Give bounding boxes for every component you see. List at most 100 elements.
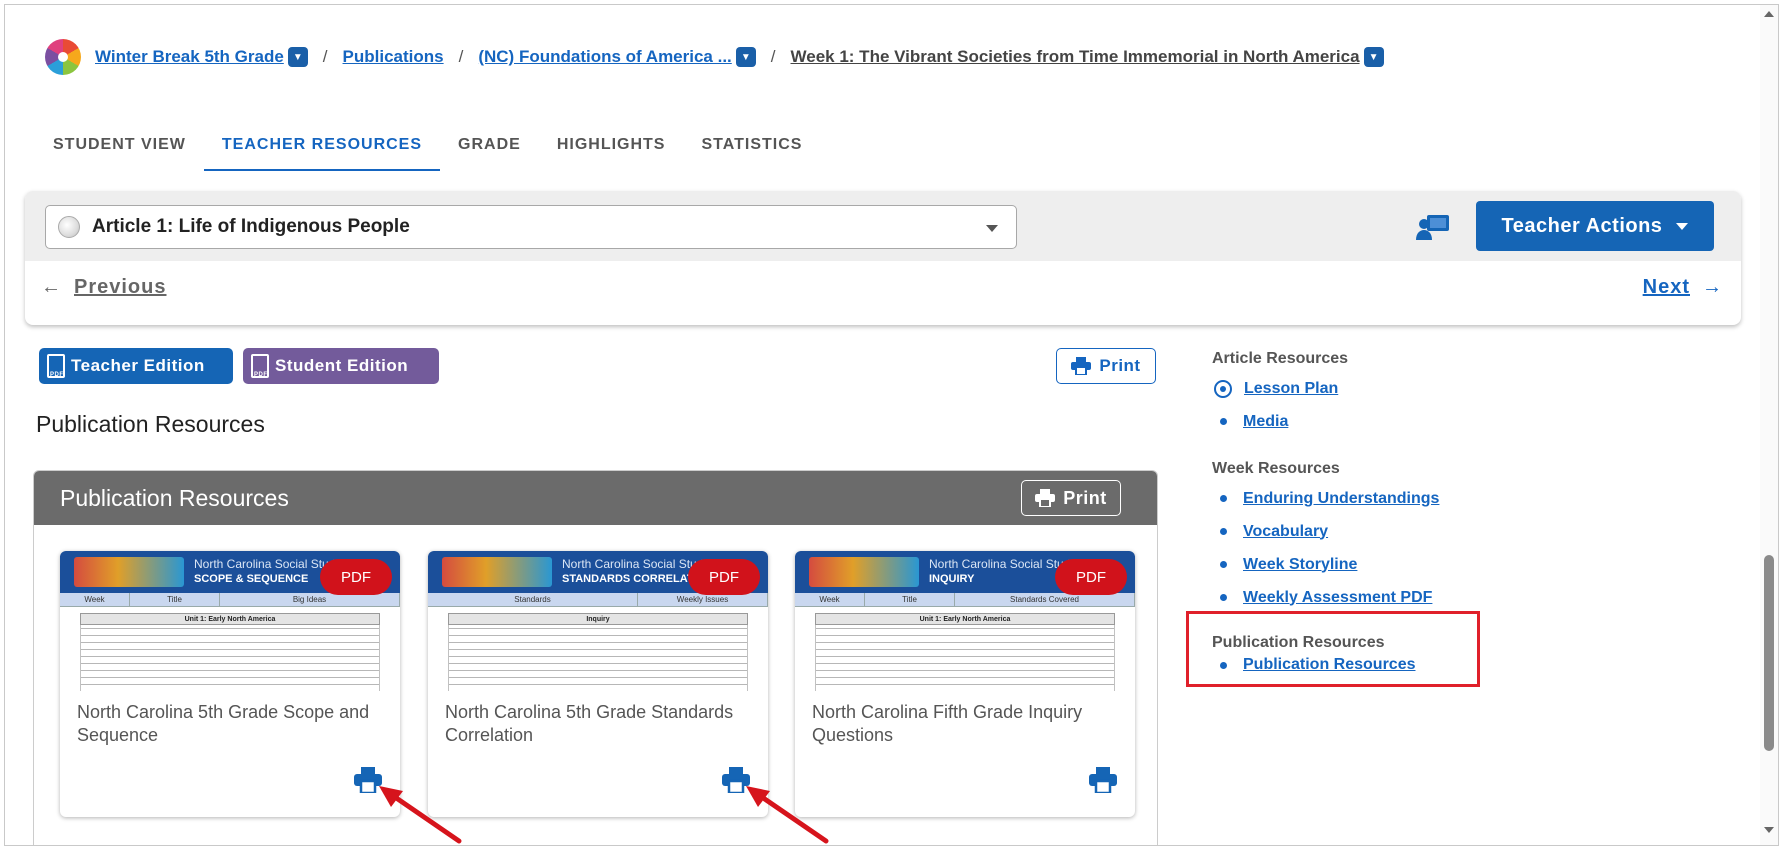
previous-link[interactable]: ← Previous (41, 276, 166, 299)
breadcrumb-separator: / (770, 47, 776, 66)
thumbnail-column: Title (865, 593, 955, 606)
next-label: Next (1642, 276, 1690, 298)
tab-bar: STUDENT VIEW TEACHER RESOURCES GRADE HIG… (35, 125, 820, 171)
thumbnail-subtitle: SCOPE & SEQUENCE (194, 573, 309, 585)
previous-label: Previous (74, 276, 167, 298)
chevron-down-icon[interactable]: ▼ (1363, 47, 1384, 67)
week-resources-list: Enduring Understandings Vocabulary Week … (1212, 482, 1512, 614)
publication-logo (74, 557, 184, 587)
sidebar-item-label: Weekly Assessment PDF (1243, 588, 1433, 606)
chevron-down-icon[interactable]: ▼ (287, 47, 308, 67)
printer-icon (1035, 489, 1056, 507)
tab-grade[interactable]: GRADE (440, 125, 539, 171)
thumbnail-columns: Standards Weekly Issues (428, 593, 768, 607)
resource-thumbnail[interactable]: North Carolina Social Stud STANDARDS COR… (428, 551, 768, 691)
student-edition-label: Student Edition (275, 356, 409, 375)
selected-radio-icon (1214, 379, 1232, 398)
publication-resources-header: Publication Resources Print (34, 471, 1157, 525)
thumbnail-subtitle: STANDARDS CORRELATI (562, 573, 697, 585)
teacher-edition-label: Teacher Edition (71, 356, 205, 375)
annotation-arrow-icon (379, 786, 462, 844)
chevron-down-icon[interactable]: ▼ (735, 47, 756, 67)
resource-thumbnail[interactable]: North Carolina Social Stud INQUIRY Week … (795, 551, 1135, 691)
resource-title[interactable]: North Carolina Fifth Grade Inquiry Quest… (812, 701, 1122, 747)
print-button[interactable]: Print (1056, 348, 1156, 384)
thumbnail-column: Week (60, 593, 130, 606)
arrow-left-icon: ← (41, 276, 62, 298)
tab-teacher-resources[interactable]: TEACHER RESOURCES (203, 125, 441, 171)
chevron-down-icon (986, 225, 998, 232)
article-resources-heading: Article Resources (1212, 350, 1349, 367)
thumbnail-title: North Carolina Social Stud (929, 557, 1071, 571)
thumbnail-text (815, 625, 1115, 691)
thumbnail-row: Inquiry (448, 613, 748, 625)
tab-statistics[interactable]: STATISTICS (683, 125, 820, 171)
thumbnail-column: Week (795, 593, 865, 606)
box-title: Publication Resources (60, 485, 289, 511)
page-title: Publication Resources (36, 411, 265, 437)
article-select[interactable]: Article 1: Life of Indigenous People (45, 205, 1017, 249)
pdf-badge: PDF (1055, 559, 1127, 595)
article-resources-list: Lesson Plan Media (1212, 372, 1512, 438)
sidebar-item-enduring-understandings[interactable]: Enduring Understandings (1212, 482, 1512, 515)
chevron-down-icon (1676, 222, 1689, 230)
teacher-edition-button[interactable]: Teacher Edition (39, 348, 233, 384)
sidebar-item-week-storyline[interactable]: Week Storyline (1212, 548, 1512, 581)
scroll-up-icon[interactable] (1764, 11, 1774, 17)
app-logo[interactable] (45, 39, 81, 75)
breadcrumb: Winter Break 5th Grade ▼ / Publications … (45, 39, 1384, 75)
bullet-icon (1220, 561, 1227, 568)
printer-icon[interactable] (1089, 767, 1117, 793)
sidebar-item-label: Media (1243, 412, 1289, 430)
pdf-badge: PDF (688, 559, 760, 595)
thumbnail-text (448, 625, 748, 691)
resource-card[interactable]: North Carolina Social Stud SCOPE & SEQUE… (60, 551, 400, 817)
resource-card[interactable]: North Carolina Social Stud STANDARDS COR… (428, 551, 768, 817)
thumbnail-subtitle: INQUIRY (929, 573, 975, 585)
breadcrumb-item-publications[interactable]: Publications (343, 47, 444, 67)
sidebar-item-label: Week Storyline (1243, 555, 1358, 573)
tab-student-view[interactable]: STUDENT VIEW (35, 125, 204, 171)
breadcrumb-item-course[interactable]: Winter Break 5th Grade (95, 47, 284, 67)
article-panel: Article 1: Life of Indigenous People Tea… (25, 191, 1741, 325)
thumbnail-row: Unit 1: Early North America (80, 613, 380, 625)
tab-highlights[interactable]: HIGHLIGHTS (539, 125, 684, 171)
printer-icon (1071, 357, 1092, 375)
teacher-actions-button[interactable]: Teacher Actions (1476, 201, 1714, 251)
resource-thumbnail[interactable]: North Carolina Social Stud SCOPE & SEQUE… (60, 551, 400, 691)
student-edition-button[interactable]: Student Edition (243, 348, 439, 384)
scroll-down-icon[interactable] (1764, 827, 1774, 833)
article-toolbar: Article 1: Life of Indigenous People Tea… (25, 191, 1741, 261)
sidebar-item-label: Vocabulary (1243, 522, 1329, 540)
scrollbar-thumb[interactable] (1764, 555, 1774, 751)
breadcrumb-separator: / (458, 47, 464, 66)
sidebar-item-lesson-plan[interactable]: Lesson Plan (1212, 372, 1512, 405)
publication-logo (809, 557, 919, 587)
thumbnail-column: Standards (428, 593, 638, 606)
pdf-file-icon (251, 354, 269, 378)
next-link[interactable]: Next → (1643, 276, 1723, 299)
thumbnail-text (80, 625, 380, 691)
sidebar-item-label: Enduring Understandings (1243, 489, 1440, 507)
print-all-button[interactable]: Print (1021, 480, 1121, 516)
breadcrumb-item-publication[interactable]: (NC) Foundations of America ... (478, 47, 731, 67)
arrow-right-icon: → (1702, 276, 1723, 298)
scrollbar[interactable] (1760, 5, 1778, 845)
resource-title[interactable]: North Carolina 5th Grade Scope and Seque… (77, 701, 387, 747)
sidebar-item-weekly-assessment[interactable]: Weekly Assessment PDF (1212, 581, 1512, 614)
pdf-badge: PDF (320, 559, 392, 595)
week-resources-heading: Week Resources (1212, 460, 1340, 477)
pdf-file-icon (47, 354, 65, 378)
present-screen-icon[interactable] (1415, 213, 1451, 241)
breadcrumb-item-week[interactable]: Week 1: The Vibrant Societies from Time … (791, 47, 1360, 67)
thumbnail-columns: Week Title Standards Covered (795, 593, 1135, 607)
sidebar-item-vocabulary[interactable]: Vocabulary (1212, 515, 1512, 548)
publication-resources-box: Publication Resources Print North Caroli… (33, 470, 1158, 845)
print-label: Print (1063, 487, 1107, 508)
resource-card[interactable]: North Carolina Social Stud INQUIRY Week … (795, 551, 1135, 817)
resource-title[interactable]: North Carolina 5th Grade Standards Corre… (445, 701, 755, 747)
annotation-highlight-box (1186, 611, 1480, 687)
sidebar-item-media[interactable]: Media (1212, 405, 1512, 438)
bullet-icon (1220, 528, 1227, 535)
thumbnail-title: North Carolina Social Stud (562, 557, 704, 571)
